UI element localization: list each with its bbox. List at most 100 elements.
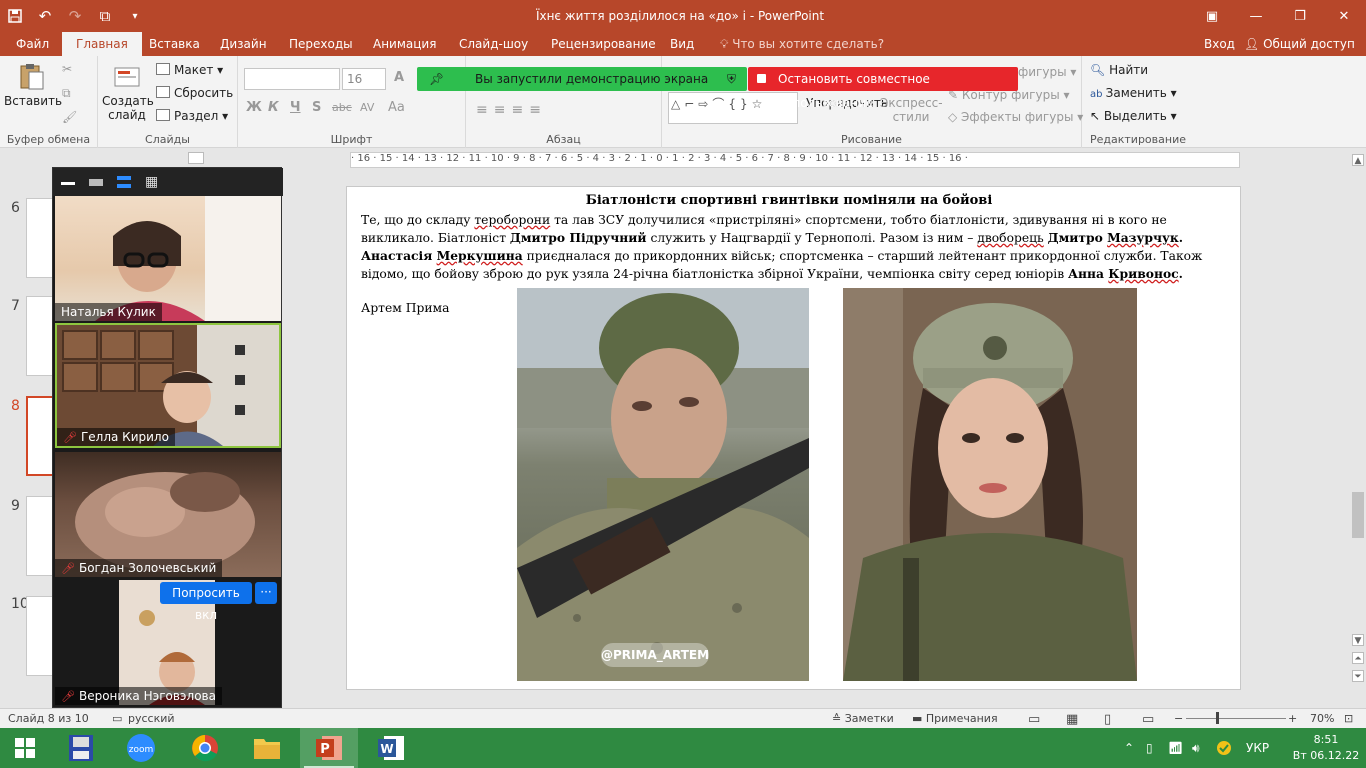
tab-design[interactable]: Дизайн: [220, 32, 267, 56]
gallery-view-icon[interactable]: ▦: [145, 174, 159, 190]
slide-body-text[interactable]: Те, що до складу тероборони та лав ЗСУ д…: [361, 211, 1227, 283]
keyboard-language[interactable]: УКР: [1246, 728, 1269, 768]
volume-icon[interactable]: 🔊︎: [1192, 728, 1200, 768]
slideshow-view-icon[interactable]: ▭: [1142, 712, 1154, 727]
fit-to-window-icon[interactable]: ⊡: [1344, 712, 1353, 725]
minimize-view-icon[interactable]: [61, 182, 75, 185]
format-painter-icon[interactable]: 🖌︎: [62, 110, 77, 124]
char-spacing-button[interactable]: AV: [360, 101, 374, 114]
grow-font-icon[interactable]: A: [394, 70, 404, 85]
powerpoint-icon[interactable]: P: [300, 728, 358, 768]
participant-tile-active[interactable]: 🎤︎ Гелла Кирило: [55, 323, 281, 448]
zoom-in-icon[interactable]: +: [1288, 712, 1297, 725]
photo-soldier-woman[interactable]: [843, 288, 1137, 681]
photo-caption[interactable]: Артем Прима: [361, 301, 449, 315]
chrome-icon[interactable]: [176, 728, 234, 768]
copy-icon[interactable]: ⧉: [62, 86, 71, 101]
scroll-down-icon[interactable]: ▼: [1352, 634, 1364, 646]
tab-view[interactable]: Вид: [670, 32, 694, 56]
reset-button[interactable]: Сбросить: [156, 86, 233, 100]
participant-name-bar: 🎤︎ Гелла Кирило: [57, 428, 175, 446]
tab-slideshow[interactable]: Слайд-шоу: [459, 32, 528, 56]
strip-view-icon[interactable]: [117, 176, 131, 188]
paragraph-group-label: Абзац: [546, 133, 581, 146]
panel-scroll-up-icon[interactable]: [188, 152, 204, 164]
scroll-up-icon[interactable]: ▲: [1352, 154, 1364, 166]
replace-icon: ab: [1090, 89, 1106, 100]
stop-share-button[interactable]: Остановить совместное использование: [748, 67, 1018, 110]
tab-home[interactable]: Главная: [62, 32, 142, 56]
paste-button[interactable]: Вставить: [4, 62, 62, 108]
show-hidden-icons[interactable]: ⌃: [1124, 728, 1134, 768]
participant-tile[interactable]: Наталья Кулик: [55, 196, 281, 321]
cut-icon[interactable]: ✂: [62, 62, 72, 76]
share-button[interactable]: 👤︎ Общий доступ: [1244, 32, 1355, 56]
system-clock[interactable]: 8:51 Вт 06.12.22: [1290, 732, 1362, 764]
zoom-slider-thumb[interactable]: [1216, 712, 1219, 724]
zoom-level[interactable]: 70%: [1310, 712, 1334, 725]
select-button[interactable]: ↖ Выделить ▾: [1090, 109, 1177, 123]
word-icon[interactable]: W: [362, 728, 420, 768]
present-from-start-icon[interactable]: ⧉: [90, 0, 120, 32]
font-name-combo[interactable]: [244, 68, 340, 90]
shape-fill-button[interactable]: фигуры ▾: [1018, 65, 1076, 79]
speaker-view-icon[interactable]: [89, 179, 103, 186]
norton-icon[interactable]: [1216, 728, 1232, 768]
section-button[interactable]: Раздел ▾: [156, 109, 228, 123]
slide-sorter-icon[interactable]: ▦: [1066, 712, 1078, 727]
zoom-out-icon[interactable]: −: [1174, 712, 1183, 725]
scrollbar-thumb[interactable]: [1352, 492, 1364, 538]
tell-me-search[interactable]: 💡︎ Что вы хотите сделать?: [720, 32, 884, 56]
alignment-icons[interactable]: ≡≡≡≡: [476, 102, 547, 118]
comments-button[interactable]: ▬ Примечания: [912, 712, 998, 725]
zoom-app-icon[interactable]: zoom: [112, 728, 170, 768]
tab-review[interactable]: Рецензирование: [551, 32, 656, 56]
zoom-slider[interactable]: [1186, 718, 1286, 719]
tab-file[interactable]: Файл: [16, 32, 49, 56]
tab-animations[interactable]: Анимация: [373, 32, 436, 56]
drive-icon[interactable]: [52, 728, 110, 768]
next-slide-icon[interactable]: ⏷: [1352, 670, 1364, 682]
spellcheck-icon[interactable]: ▭: [112, 712, 122, 725]
save-icon[interactable]: [0, 0, 30, 32]
replace-button[interactable]: ab Заменить ▾: [1090, 86, 1177, 100]
minimize-icon[interactable]: —: [1234, 0, 1278, 32]
tab-insert[interactable]: Вставка: [149, 32, 200, 56]
windows-start-icon[interactable]: [0, 728, 50, 768]
paste-icon: [15, 62, 47, 92]
customize-icon[interactable]: ▾: [120, 0, 150, 32]
ask-to-unmute-button[interactable]: Попросить вкл: [160, 582, 252, 622]
battery-icon[interactable]: ▯: [1146, 728, 1153, 768]
photo-soldier-man[interactable]: @PRIMA_ARTEM: [517, 288, 809, 681]
restore-icon[interactable]: ❐: [1278, 0, 1322, 32]
photo-watermark: @PRIMA_ARTEM: [601, 643, 709, 667]
change-case-button[interactable]: Aa: [388, 100, 405, 115]
layout-button[interactable]: Макет ▾: [156, 63, 223, 77]
find-button[interactable]: 🔍︎ Найти: [1090, 63, 1148, 77]
vertical-scrollbar[interactable]: ▲ ▼ ⏶ ⏷: [1350, 152, 1366, 708]
slide-heading[interactable]: Біатлоністи спортивні гвинтівки поміняли…: [347, 193, 1231, 208]
file-explorer-icon[interactable]: [238, 728, 296, 768]
language-indicator[interactable]: русский: [128, 712, 175, 725]
ribbon-display-icon[interactable]: ▣: [1190, 0, 1234, 32]
strikethrough-button[interactable]: abc: [332, 101, 352, 114]
italic-button[interactable]: К: [268, 100, 279, 115]
tab-transitions[interactable]: Переходы: [289, 32, 353, 56]
font-size-combo[interactable]: 16: [342, 68, 386, 90]
reading-view-icon[interactable]: ▯: [1104, 712, 1111, 727]
sign-in-link[interactable]: Вход: [1204, 32, 1235, 56]
redo-icon[interactable]: ↷: [60, 0, 90, 32]
more-options-button[interactable]: ···: [255, 582, 277, 604]
new-slide-button[interactable]: Создать слайд: [102, 62, 154, 122]
normal-view-icon[interactable]: ▭: [1028, 712, 1040, 727]
previous-slide-icon[interactable]: ⏶: [1352, 652, 1364, 664]
underline-button[interactable]: Ч: [290, 100, 301, 115]
network-icon[interactable]: 📶︎: [1168, 728, 1183, 768]
notes-button[interactable]: ≙ Заметки: [832, 712, 894, 725]
close-icon[interactable]: ✕: [1322, 0, 1366, 32]
bold-button[interactable]: Ж: [246, 100, 262, 115]
participant-tile[interactable]: 🎤︎ Богдан Золочевський: [55, 452, 281, 577]
slide-canvas[interactable]: Біатлоністи спортивні гвинтівки поміняли…: [346, 186, 1241, 690]
undo-icon[interactable]: ↶: [30, 0, 60, 32]
shadow-button[interactable]: S: [312, 100, 321, 115]
